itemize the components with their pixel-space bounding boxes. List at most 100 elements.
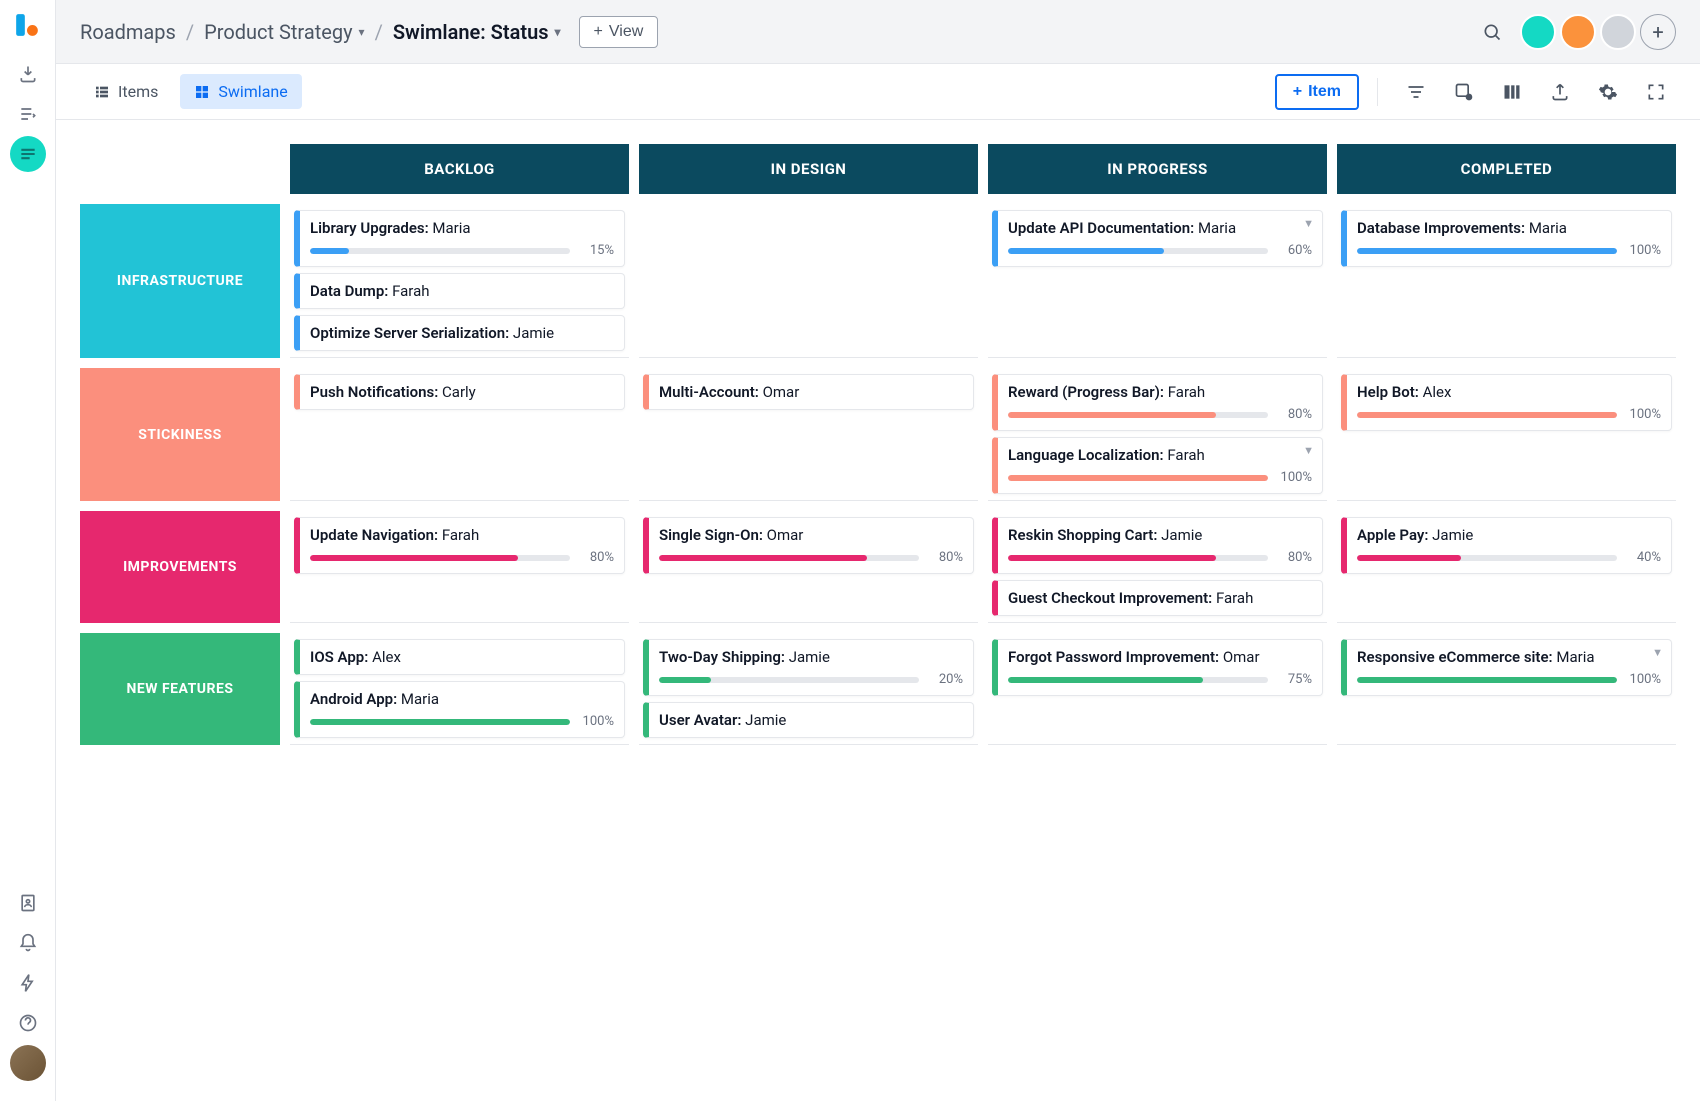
- card-title: Data Dump: Farah: [310, 282, 614, 300]
- card[interactable]: Reward (Progress Bar): Farah80%: [992, 374, 1323, 431]
- search-icon[interactable]: [1474, 14, 1510, 50]
- card[interactable]: Android App: Maria100%: [294, 681, 625, 738]
- card[interactable]: Database Improvements: Maria100%: [1341, 210, 1672, 267]
- progress-percent: 80%: [578, 550, 614, 565]
- progress-percent: 100%: [1625, 407, 1661, 422]
- card[interactable]: Single Sign-On: Omar80%: [643, 517, 974, 574]
- progress-percent: 100%: [578, 714, 614, 729]
- chevron-down-icon: ▾: [555, 25, 561, 39]
- plus-icon: +: [1293, 83, 1302, 101]
- progress-bar: 100%: [1357, 672, 1661, 687]
- fullscreen-icon[interactable]: [1636, 72, 1676, 112]
- swimlane-cell[interactable]: Update Navigation: Farah80%: [290, 511, 629, 623]
- nav-swimlane-icon[interactable]: [10, 136, 46, 172]
- swimlane-cell[interactable]: Database Improvements: Maria100%: [1337, 204, 1676, 358]
- card[interactable]: Reskin Shopping Cart: Jamie80%: [992, 517, 1323, 574]
- card[interactable]: ▼Update API Documentation: Maria 60%: [992, 210, 1323, 267]
- swimlane-cell[interactable]: Single Sign-On: Omar80%: [639, 511, 978, 623]
- swimlane-cell[interactable]: Reskin Shopping Cart: Jamie80% Guest Chec…: [988, 511, 1327, 623]
- list-icon: [94, 84, 110, 100]
- swimlane-cell[interactable]: Reward (Progress Bar): Farah80% ▼Language…: [988, 368, 1327, 501]
- row-header-stick: STICKINESS: [80, 368, 280, 501]
- card-title: Library Upgrades: Maria: [310, 219, 614, 237]
- swimlane-cell[interactable]: Apple Pay: Jamie 40%: [1337, 511, 1676, 623]
- nav-notifications-icon[interactable]: [10, 925, 46, 961]
- card[interactable]: Apple Pay: Jamie 40%: [1341, 517, 1672, 574]
- tab-items[interactable]: Items: [80, 74, 172, 109]
- breadcrumb-separator: /: [186, 20, 194, 44]
- swimlane-cell[interactable]: Two-Day Shipping: Jamie20% User Avatar: J…: [639, 633, 978, 745]
- swimlane-cell[interactable]: IOS App: Alex Android App: Maria100%: [290, 633, 629, 745]
- progress-percent: 80%: [927, 550, 963, 565]
- card-menu-icon[interactable]: ▼: [1652, 646, 1663, 659]
- swimlane-cell[interactable]: Help Bot: Alex100%: [1337, 368, 1676, 501]
- card-title: Language Localization: Farah: [1008, 446, 1312, 464]
- card[interactable]: Guest Checkout Improvement: Farah: [992, 580, 1323, 616]
- breadcrumb-view[interactable]: Swimlane: Status ▾: [393, 20, 561, 44]
- card[interactable]: Two-Day Shipping: Jamie20%: [643, 639, 974, 696]
- nav-help-icon[interactable]: [10, 1005, 46, 1041]
- add-item-button[interactable]: + Item: [1275, 74, 1359, 110]
- swimlane-cell[interactable]: ▼Update API Documentation: Maria 60%: [988, 204, 1327, 358]
- columns-icon[interactable]: [1492, 72, 1532, 112]
- swimlane-cell[interactable]: Forgot Password Improvement: Omar75%: [988, 633, 1327, 745]
- progress-bar: 40%: [1357, 550, 1661, 565]
- swimlane-cell[interactable]: Library Upgrades: Maria15% Data Dump: Far…: [290, 204, 629, 358]
- card[interactable]: ▼Language Localization: Farah 100%: [992, 437, 1323, 494]
- breadcrumb-project[interactable]: Product Strategy ▾: [204, 20, 364, 44]
- chevron-down-icon: ▾: [359, 25, 365, 39]
- breadcrumb-root[interactable]: Roadmaps: [80, 20, 176, 44]
- avatar[interactable]: [1520, 14, 1556, 50]
- card[interactable]: IOS App: Alex: [294, 639, 625, 675]
- card[interactable]: Library Upgrades: Maria15%: [294, 210, 625, 267]
- card-title: Reward (Progress Bar): Farah: [1008, 383, 1312, 401]
- card[interactable]: Optimize Server Serialization: Jamie: [294, 315, 625, 351]
- card-title: Reskin Shopping Cart: Jamie: [1008, 526, 1312, 544]
- progress-bar: 60%: [1008, 243, 1312, 258]
- card[interactable]: ▼Responsive eCommerce site: Maria 100%: [1341, 639, 1672, 696]
- card-title: Database Improvements: Maria: [1357, 219, 1661, 237]
- filter-icon[interactable]: [1396, 72, 1436, 112]
- nav-import-icon[interactable]: [10, 56, 46, 92]
- card[interactable]: User Avatar: Jamie: [643, 702, 974, 738]
- add-view-button[interactable]: + View: [579, 16, 659, 48]
- card[interactable]: Update Navigation: Farah80%: [294, 517, 625, 574]
- plus-icon: +: [594, 23, 603, 41]
- swimlane-cell[interactable]: Push Notifications: Carly: [290, 368, 629, 501]
- export-icon[interactable]: [1540, 72, 1580, 112]
- tab-label: Items: [118, 82, 158, 101]
- add-collaborator-button[interactable]: +: [1640, 14, 1676, 50]
- progress-bar: 100%: [1008, 470, 1312, 485]
- card-title: Apple Pay: Jamie: [1357, 526, 1661, 544]
- card[interactable]: Data Dump: Farah: [294, 273, 625, 309]
- swimlane-cell[interactable]: Multi-Account: Omar: [639, 368, 978, 501]
- swimlane-cell[interactable]: [639, 204, 978, 358]
- breadcrumb: Roadmaps / Product Strategy ▾ / Swimlane…: [80, 20, 561, 44]
- toolbar: Items Swimlane + Item: [56, 64, 1700, 120]
- swimlane-cell[interactable]: ▼Responsive eCommerce site: Maria 100%: [1337, 633, 1676, 745]
- nav-list-icon[interactable]: [10, 96, 46, 132]
- grid-icon: [194, 84, 210, 100]
- card-menu-icon[interactable]: ▼: [1303, 217, 1314, 230]
- settings-icon[interactable]: [1588, 72, 1628, 112]
- card[interactable]: Multi-Account: Omar: [643, 374, 974, 410]
- card[interactable]: Help Bot: Alex100%: [1341, 374, 1672, 431]
- avatar[interactable]: [1560, 14, 1596, 50]
- card-title: Update API Documentation: Maria: [1008, 219, 1312, 237]
- nav-activity-icon[interactable]: [10, 965, 46, 1001]
- app-logo: [14, 12, 42, 40]
- card-title: Responsive eCommerce site: Maria: [1357, 648, 1661, 666]
- card-title: User Avatar: Jamie: [659, 711, 963, 729]
- tab-swimlane[interactable]: Swimlane: [180, 74, 301, 109]
- avatar[interactable]: [1600, 14, 1636, 50]
- progress-percent: 40%: [1625, 550, 1661, 565]
- user-avatar[interactable]: [10, 1045, 46, 1081]
- separator: [1377, 78, 1378, 106]
- progress-bar: 80%: [310, 550, 614, 565]
- card[interactable]: Forgot Password Improvement: Omar75%: [992, 639, 1323, 696]
- nav-contacts-icon[interactable]: [10, 885, 46, 921]
- link-icon[interactable]: [1444, 72, 1484, 112]
- card[interactable]: Push Notifications: Carly: [294, 374, 625, 410]
- progress-percent: 75%: [1276, 672, 1312, 687]
- card-menu-icon[interactable]: ▼: [1303, 444, 1314, 457]
